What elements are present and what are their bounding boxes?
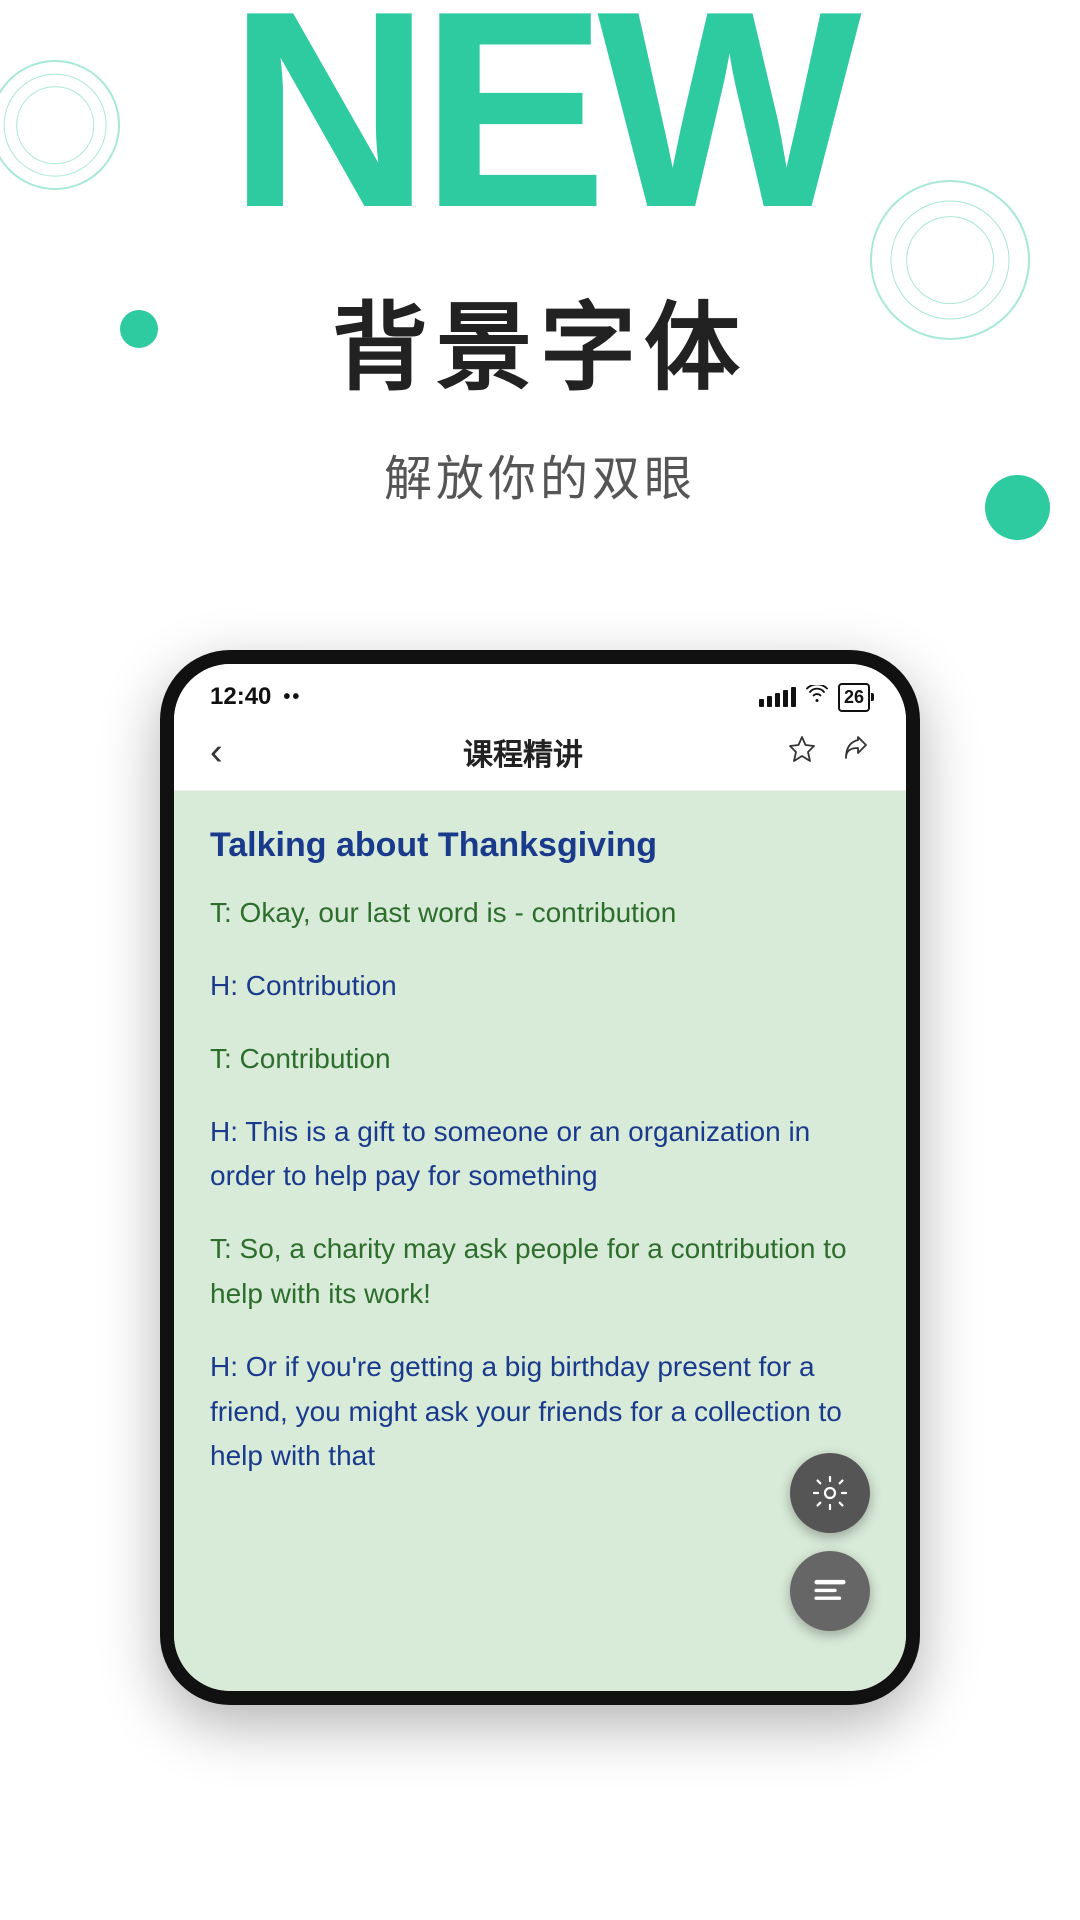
settings-fab-button[interactable]: [790, 1453, 870, 1533]
dialogue-line-2: H: Contribution: [210, 964, 870, 1009]
nav-icons: [786, 733, 870, 772]
share-button[interactable]: [838, 733, 870, 772]
text-fab-button[interactable]: [790, 1551, 870, 1631]
subtitle: 解放你的双眼: [384, 439, 696, 509]
status-bar: 12:40 ••: [174, 664, 906, 720]
decorative-dot-small: [120, 310, 158, 348]
dialogue-line-1: T: Okay, our last word is - contribution: [210, 891, 870, 936]
phone-outer: 12:40 ••: [160, 650, 920, 1705]
favorite-button[interactable]: [786, 733, 818, 772]
status-dots: ••: [283, 686, 301, 709]
decorative-dot-large: [985, 475, 1050, 540]
dialogue-line-6: H: Or if you're getting a big birthday p…: [210, 1345, 870, 1479]
dialogue-line-4: H: This is a gift to someone or an organ…: [210, 1110, 870, 1200]
battery-icon: 26: [838, 683, 870, 712]
nav-title: 课程精讲: [463, 730, 583, 774]
decorative-circle-right: [870, 180, 1030, 340]
signal-icon: [759, 687, 796, 707]
status-time: 12:40: [210, 683, 271, 711]
content-area: Talking about Thanksgiving T: Okay, our …: [174, 791, 906, 1691]
dialogue-line-3: T: Contribution: [210, 1037, 870, 1082]
lesson-title: Talking about Thanksgiving: [210, 823, 870, 867]
nav-bar: ‹ 课程精讲: [174, 720, 906, 791]
status-icons: 26: [759, 683, 870, 712]
phone-inner: 12:40 ••: [174, 664, 906, 1691]
dialogue-line-5: T: So, a charity may ask people for a co…: [210, 1227, 870, 1317]
wifi-icon: [806, 685, 828, 709]
phone-wrapper: 12:40 ••: [0, 650, 1080, 1705]
back-button[interactable]: ‹: [210, 731, 260, 774]
fab-container: [790, 1453, 870, 1631]
top-section: NEW 背景字体 解放你的双眼: [0, 0, 1080, 620]
main-title: 背景字体: [332, 270, 748, 409]
